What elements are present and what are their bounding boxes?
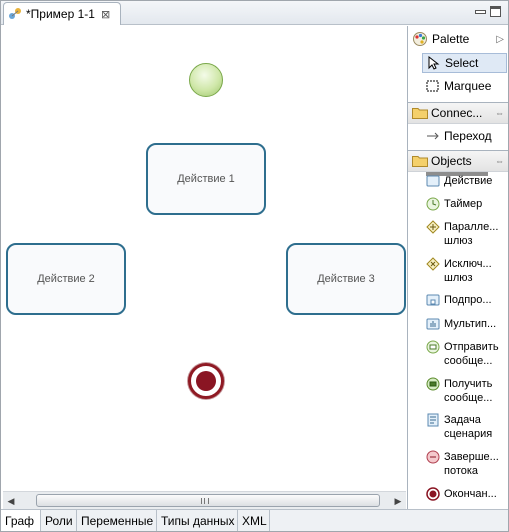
palette-object-script-task[interactable]: Задача сценария (408, 413, 508, 443)
objects-drawer-header[interactable]: Objects ⇔ (408, 150, 508, 172)
maximize-icon[interactable] (490, 6, 501, 17)
palette-object-end[interactable]: Окончан... (408, 487, 508, 503)
tool-select[interactable]: Select (422, 53, 507, 73)
palette-object-parallel-gateway[interactable]: Паралле... шлюз (408, 220, 508, 250)
pin-icon[interactable]: ⇔ (495, 108, 504, 118)
palette-icon (412, 31, 428, 47)
palette-object-flow-end[interactable]: Заверше... потока (408, 450, 508, 480)
tab-data-types[interactable]: Типы данных (157, 510, 238, 531)
palette-panel: Palette ▷ Select Marquee Connec... ⇔ Пер… (407, 26, 508, 509)
tab-variables[interactable]: Переменные (77, 510, 157, 531)
task-node-label: Действие 1 (177, 173, 235, 185)
end-event-icon (426, 487, 440, 501)
process-diagram-icon (8, 7, 22, 21)
subprocess-icon (426, 293, 440, 307)
palette-header[interactable]: Palette ▷ (408, 28, 508, 50)
palette-object-multi-instance[interactable]: Мультип... (408, 317, 508, 333)
arrow-cursor-icon (427, 56, 441, 70)
end-event-core (196, 371, 216, 391)
palette-object-subprocess[interactable]: Подпро... (408, 293, 508, 309)
bottom-tab-bar: Граф Роли Переменные Типы данных XML (1, 509, 508, 531)
receive-message-icon (426, 377, 440, 391)
exclusive-gateway-icon (426, 257, 440, 271)
editor-tab-title: *Пример 1-1 (26, 7, 95, 21)
palette-title: Palette (432, 32, 470, 46)
send-message-icon (426, 340, 440, 354)
diagram-canvas[interactable]: Действие 1 Действие 2 Действие 3 (3, 26, 406, 491)
task-node-2[interactable]: Действие 2 (6, 243, 126, 315)
tab-roles[interactable]: Роли (41, 510, 77, 531)
action-icon (426, 174, 440, 188)
connections-drawer-header[interactable]: Connec... ⇔ (408, 102, 508, 124)
marquee-icon (426, 79, 440, 93)
palette-object-timer[interactable]: Таймер (408, 197, 508, 213)
task-node-label: Действие 2 (37, 273, 95, 285)
editor-window: *Пример 1-1 ⊠ Действие 1 Действие 2 Дейс… (0, 0, 509, 532)
horizontal-scrollbar[interactable]: ◀ ▶ (3, 491, 406, 509)
palette-object-send-message[interactable]: Отправить сообще... (408, 340, 508, 370)
tab-xml[interactable]: XML (238, 510, 270, 531)
pin-icon[interactable]: ⇔ (495, 156, 504, 166)
palette-object-receive-message[interactable]: Получить сообще... (408, 377, 508, 407)
end-event[interactable] (188, 363, 224, 399)
tool-marquee[interactable]: Marquee (408, 79, 508, 97)
script-task-icon (426, 413, 440, 427)
scroll-left-icon[interactable]: ◀ (5, 495, 17, 507)
flow-end-icon (426, 450, 440, 464)
palette-connection-transition[interactable]: Переход (408, 129, 508, 145)
start-event[interactable] (189, 63, 223, 97)
parallel-gateway-icon (426, 220, 440, 234)
grip-icon (201, 498, 209, 504)
multi-instance-icon (426, 317, 440, 331)
palette-object-exclusive-gateway[interactable]: Исключ... шлюз (408, 257, 508, 287)
editor-tab-bar: *Пример 1-1 ⊠ (1, 1, 508, 25)
palette-collapse-icon[interactable]: ▷ (496, 34, 504, 45)
timer-icon (426, 197, 440, 211)
editor-tab[interactable]: *Пример 1-1 ⊠ (3, 2, 121, 25)
task-node-1[interactable]: Действие 1 (146, 143, 266, 215)
minimize-icon[interactable] (475, 10, 486, 14)
tab-close-icon[interactable]: ⊠ (101, 8, 110, 21)
scrollbar-thumb[interactable] (36, 494, 380, 507)
palette-object-action[interactable]: Действие (408, 174, 508, 190)
transition-arrow-icon (426, 129, 440, 143)
folder-icon (412, 155, 428, 167)
scroll-right-icon[interactable]: ▶ (392, 495, 404, 507)
task-node-3[interactable]: Действие 3 (286, 243, 406, 315)
tab-graph[interactable]: Граф (1, 510, 41, 531)
folder-icon (412, 107, 428, 119)
task-node-label: Действие 3 (317, 273, 375, 285)
